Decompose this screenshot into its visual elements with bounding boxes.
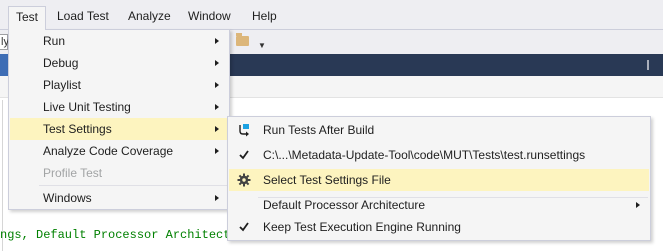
menu-window[interactable]: Window	[181, 6, 238, 26]
menu-item-label: Windows	[43, 191, 92, 205]
submenu-arrow-icon	[215, 104, 219, 110]
menu-item-default-processor-architecture[interactable]: Default Processor Architecture	[229, 194, 649, 216]
submenu-arrow-icon	[215, 60, 219, 66]
menu-item-label: Run Tests After Build	[263, 123, 375, 137]
menu-analyze[interactable]: Analyze	[121, 6, 178, 26]
menu-item-label: Debug	[43, 56, 79, 70]
menu-item-label: Live Unit Testing	[43, 100, 131, 114]
menu-item-profile-test: Profile Test	[10, 162, 228, 184]
menu-load-test[interactable]: Load Test	[50, 6, 116, 26]
menu-item-live-unit-testing[interactable]: Live Unit Testing	[10, 96, 228, 118]
submenu-arrow-icon	[215, 195, 219, 201]
test-settings-submenu: Run Tests After Build C:\...\Metadata-Up…	[227, 116, 651, 241]
menu-item-keep-test-engine-running[interactable]: Keep Test Execution Engine Running	[229, 216, 649, 238]
toolbar-combo[interactable]: ly	[0, 34, 9, 50]
menu-item-label: Keep Test Execution Engine Running	[263, 220, 461, 234]
menu-item-label: Default Processor Architecture	[263, 198, 426, 212]
menu-item-label: Select Test Settings File	[263, 173, 391, 187]
chevron-down-icon[interactable]: ▼	[258, 41, 266, 50]
menu-help[interactable]: Help	[245, 6, 284, 26]
submenu-arrow-icon	[215, 126, 219, 132]
submenu-arrow-icon	[215, 38, 219, 44]
checkmark-icon	[237, 220, 251, 234]
menu-item-label: C:\...\Metadata-Update-Tool\code\MUT\Tes…	[263, 148, 586, 162]
tab-scroll-marker	[647, 60, 649, 70]
menu-item-runsettings-file[interactable]: C:\...\Metadata-Update-Tool\code\MUT\Tes…	[229, 144, 649, 166]
menu-item-analyze-code-coverage[interactable]: Analyze Code Coverage	[10, 140, 228, 162]
menu-item-windows[interactable]: Windows	[10, 187, 228, 209]
menu-test[interactable]: Test	[8, 6, 47, 30]
gear-icon	[237, 173, 251, 187]
menu-item-label: Run	[43, 34, 66, 48]
menu-separator	[39, 185, 227, 186]
test-menu-dropdown: Run Debug Playlist Live Unit Testing Tes…	[8, 29, 230, 210]
code-line: ngs, Default Processor Architect	[0, 228, 231, 242]
menu-item-label: Playlist	[43, 78, 82, 92]
submenu-arrow-icon	[215, 82, 219, 88]
submenu-arrow-icon	[636, 202, 640, 208]
checkmark-icon	[237, 148, 251, 162]
menu-item-select-test-settings-file[interactable]: Select Test Settings File	[229, 169, 649, 191]
submenu-arrow-icon	[215, 148, 219, 154]
menu-item-playlist[interactable]: Playlist	[10, 74, 228, 96]
menu-item-label: Analyze Code Coverage	[43, 144, 174, 158]
menu-item-run[interactable]: Run	[10, 30, 228, 52]
menu-item-debug[interactable]: Debug	[10, 52, 228, 74]
menu-item-label: Profile Test	[43, 166, 103, 180]
run-after-build-icon	[237, 123, 251, 137]
menu-item-run-tests-after-build[interactable]: Run Tests After Build	[229, 119, 649, 141]
menu-item-label: Test Settings	[43, 122, 112, 136]
menu-item-test-settings[interactable]: Test Settings	[10, 118, 228, 140]
menu-bar: Test Load Test Analyze Window Help	[0, 0, 663, 30]
folder-icon[interactable]	[236, 33, 249, 46]
active-tab-edge[interactable]	[0, 54, 8, 76]
